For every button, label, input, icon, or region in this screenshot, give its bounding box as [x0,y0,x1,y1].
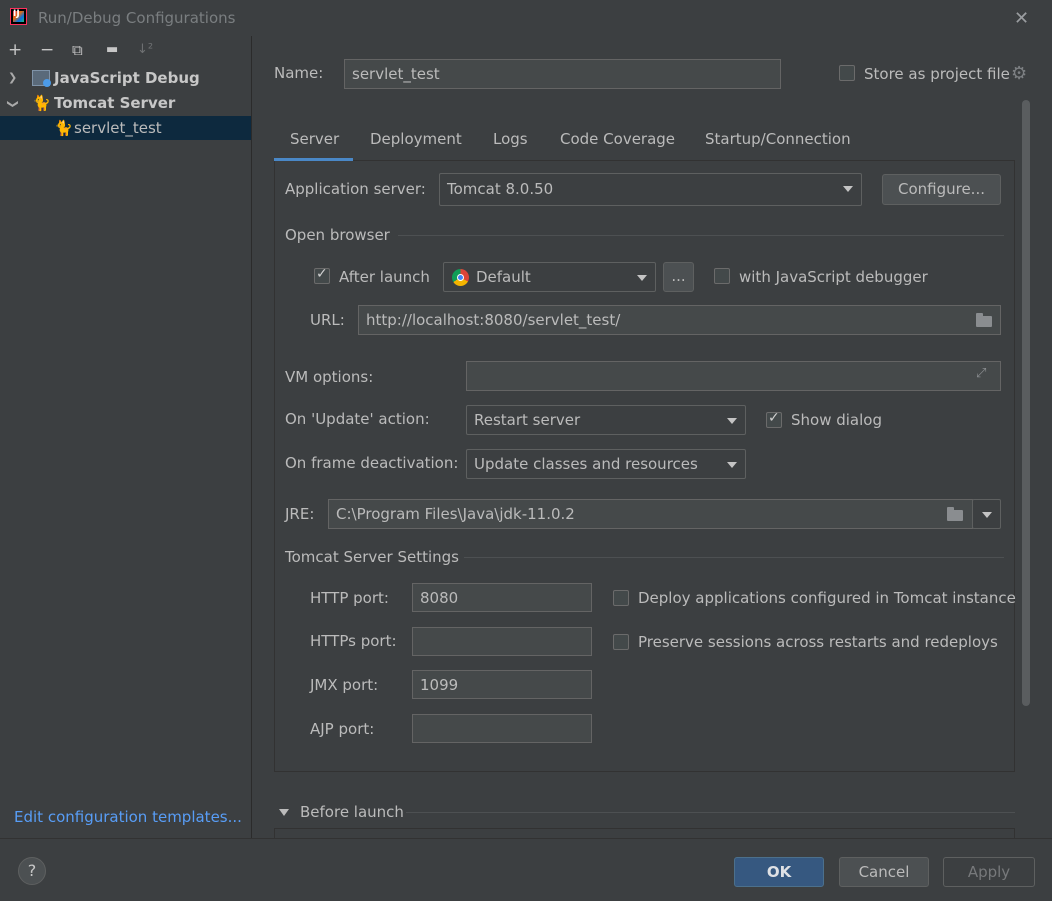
chevron-down-icon [843,186,853,192]
tree-item-label: servlet_test [74,119,162,137]
apply-button[interactable]: Apply [943,857,1035,887]
url-input[interactable]: http://localhost:8080/servlet_test/ [358,305,1001,335]
https-port-input[interactable] [412,627,592,656]
chevron-down-icon [637,275,647,281]
tab-startup-connection[interactable]: Startup/Connection [705,130,851,148]
http-port-label: HTTP port: [310,589,389,607]
browse-browser-button[interactable]: ... [663,262,694,292]
jre-dropdown-button[interactable] [972,499,1001,529]
preserve-sessions-checkbox[interactable] [613,634,629,650]
tree-item-servlet-test[interactable]: 🐈 servlet_test [0,116,251,140]
ok-button[interactable]: OK [734,857,824,887]
show-dialog-checkbox[interactable] [766,410,782,428]
preserve-sessions-label: Preserve sessions across restarts and re… [638,633,998,651]
intellij-icon [10,8,27,25]
ajp-port-label: AJP port: [310,720,375,738]
tab-deployment[interactable]: Deployment [370,130,462,148]
configure-button[interactable]: Configure... [882,174,1001,205]
tomcat-icon: 🐈 [32,94,51,112]
title-bar: Run/Debug Configurations ✕ [0,0,1052,36]
javascript-debug-icon [32,70,51,87]
remove-icon[interactable]: − [40,40,54,60]
url-label: URL: [310,311,345,329]
open-browser-separator [398,235,1004,236]
tree-item-label: JavaScript Debug [54,69,200,87]
chrome-icon [452,269,469,286]
folder-icon[interactable] [976,313,992,327]
tab-server[interactable]: Server [290,130,339,148]
before-launch-label[interactable]: Before launch [300,803,404,821]
chevron-down-icon[interactable] [279,809,289,816]
application-server-value: Tomcat 8.0.50 [447,180,554,198]
jmx-port-input[interactable]: 1099 [412,670,592,699]
tomcat-settings-separator [464,557,1004,558]
after-launch-label: After launch [339,268,430,286]
on-update-value: Restart server [474,411,581,429]
tab-code-coverage[interactable]: Code Coverage [560,130,675,148]
vm-options-label: VM options: [285,368,374,386]
store-as-project-file-checkbox[interactable] [839,65,855,81]
on-frame-deactivation-dropdown[interactable]: Update classes and resources [466,449,746,479]
https-port-label: HTTPs port: [310,632,397,650]
chevron-right-icon[interactable]: ❯ [8,66,17,90]
expand-icon[interactable]: ⤢ [976,366,986,381]
chevron-down-icon [727,418,737,424]
add-icon[interactable]: + [8,40,22,60]
deploy-applications-label: Deploy applications configured in Tomcat… [638,589,1016,607]
configurations-tree-panel: + − ⧉ ▬ ↓² ❯ JavaScript Debug ❯ 🐈 Tomcat… [0,36,252,838]
after-launch-checkbox[interactable] [314,266,330,284]
show-dialog-label: Show dialog [791,411,882,429]
javascript-debugger-checkbox[interactable] [714,268,730,284]
folder-icon[interactable] [947,507,963,521]
tab-logs[interactable]: Logs [493,130,528,148]
chevron-down-icon [727,462,737,468]
application-server-dropdown[interactable]: Tomcat 8.0.50 [439,173,862,206]
tomcat-icon: 🐈 [54,119,73,137]
window-title: Run/Debug Configurations [38,9,236,27]
chevron-down-icon[interactable]: ❯ [1,99,25,108]
edit-configuration-templates-link[interactable]: Edit configuration templates... [14,808,242,826]
deploy-applications-checkbox[interactable] [613,590,629,606]
name-label: Name: [274,64,324,82]
copy-icon[interactable]: ⧉ [72,40,83,60]
browser-value: Default [476,268,531,286]
before-launch-panel [274,828,1015,838]
chevron-down-icon [982,512,992,518]
ajp-port-input[interactable] [412,714,592,743]
gear-icon[interactable]: ⚙ [1011,63,1027,84]
tree-item-label: Tomcat Server [54,94,176,112]
folder-icon[interactable]: ▬ [106,40,118,60]
http-port-input[interactable]: 8080 [412,583,592,612]
before-launch-separator [406,812,1015,813]
open-browser-title: Open browser [285,226,390,244]
tree-item-tomcat-server[interactable]: ❯ 🐈 Tomcat Server [0,91,251,115]
close-icon[interactable]: ✕ [1014,8,1029,29]
tomcat-server-settings-title: Tomcat Server Settings [285,548,459,566]
application-server-label: Application server: [285,180,426,198]
on-frame-deactivation-value: Update classes and resources [474,455,698,473]
vm-options-input[interactable] [466,361,1001,391]
sort-icon[interactable]: ↓² [137,40,153,60]
javascript-debugger-label: with JavaScript debugger [739,268,928,286]
jre-label: JRE: [285,505,315,523]
on-update-label: On 'Update' action: [285,410,430,428]
help-button[interactable]: ? [18,857,46,885]
store-as-project-file-label: Store as project file [864,65,1010,83]
vertical-scrollbar[interactable] [1022,100,1030,706]
on-update-dropdown[interactable]: Restart server [466,405,746,435]
on-frame-deactivation-label: On frame deactivation: [285,454,459,472]
cancel-button[interactable]: Cancel [839,857,929,887]
jre-input[interactable]: C:\Program Files\Java\jdk-11.0.2 [328,499,973,529]
jmx-port-label: JMX port: [310,676,379,694]
browser-dropdown[interactable]: Default [443,262,656,292]
tree-item-javascript-debug[interactable]: ❯ JavaScript Debug [0,66,251,90]
name-input[interactable]: servlet_test [344,59,781,89]
